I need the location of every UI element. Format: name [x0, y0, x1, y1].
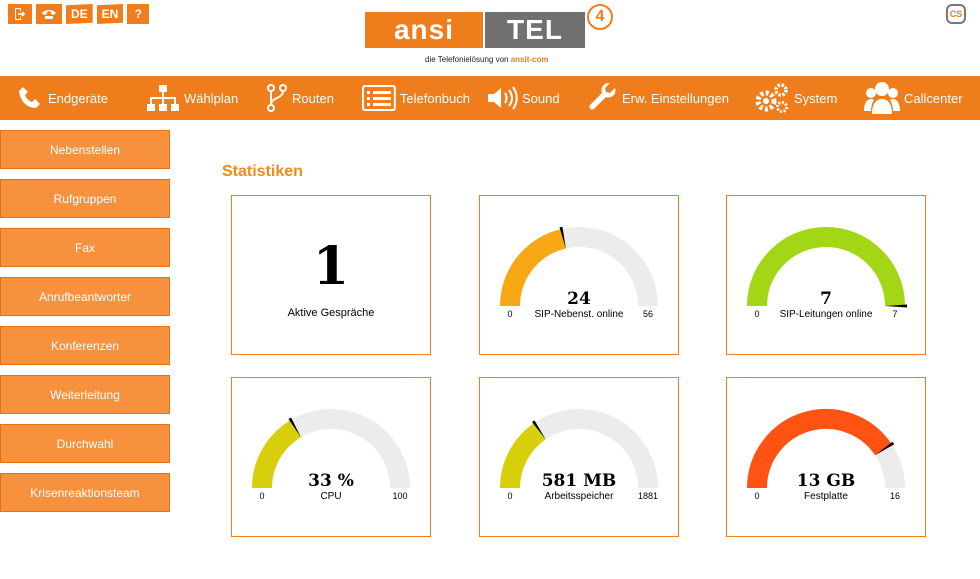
nav-label: Sound: [522, 90, 560, 106]
gauge-max-label: 100: [392, 491, 407, 501]
gauge-value-label: 33 %: [308, 471, 354, 491]
gauge-min-label: 0: [259, 491, 264, 501]
gauge-value-arc: [252, 420, 302, 489]
sidebar-item-nebenstellen[interactable]: Nebenstellen: [0, 130, 170, 169]
sidebar-item-fax[interactable]: Fax: [0, 228, 170, 267]
gauge-value-arc: [500, 228, 567, 307]
nav-label: Endgeräte: [48, 90, 108, 106]
gauge-title: SIP-Leitungen online: [780, 309, 873, 320]
sitemap-icon: [147, 85, 179, 111]
gauge-max-label: 16: [890, 491, 900, 501]
logo-tagline-brand: ansit-com: [510, 55, 549, 64]
nav-waehlplan[interactable]: Wählplan: [130, 76, 250, 120]
nav-routen[interactable]: Routen: [250, 76, 346, 120]
language-de-button[interactable]: DE: [66, 4, 93, 24]
gauge-panel-cpu: 33 % CPU 0 100: [231, 377, 431, 537]
speaker-icon: [488, 86, 518, 110]
gauge-min-label: 0: [507, 491, 512, 501]
logo-left-text: ansi: [365, 12, 483, 48]
gauge-max-label: 1881: [638, 491, 658, 501]
gauge-chart: 24SIP-Nebenst. online 0 56: [500, 226, 658, 320]
gauge-min-label: 0: [507, 309, 512, 319]
active-calls-value: 1: [312, 236, 350, 297]
gauge-max-label: 56: [643, 309, 653, 319]
gauge-title: Arbeitsspeicher: [545, 491, 615, 502]
nav-erweiterte-einstellungen[interactable]: Erw. Einstellungen: [572, 76, 738, 120]
gauge-value-label: 7: [820, 289, 832, 309]
nav-telefonbuch[interactable]: Telefonbuch: [346, 76, 470, 120]
active-calls-label: Aktive Gespräche: [287, 307, 375, 319]
main-nav: Endgeräte Wählplan Routen Telefonbuch So…: [0, 76, 980, 120]
sidebar-item-konferenzen[interactable]: Konferenzen: [0, 326, 170, 365]
logo-wordmark: ansi TEL: [365, 12, 585, 48]
gauge-chart: 33 %CPU 0 100: [252, 409, 410, 502]
gauge-title: SIP-Nebenst. online: [535, 309, 624, 320]
sidebar-item-anrufbeantworter[interactable]: Anrufbeantworter: [0, 277, 170, 316]
gauge-chart: 581 MBArbeitsspeicher 0 1881: [500, 409, 658, 502]
nav-label: Routen: [292, 90, 334, 106]
language-en-button[interactable]: EN: [96, 4, 124, 24]
gauge-panel-sip-extensions: 24 SIP-Nebenst. online 0 56: [479, 195, 679, 355]
gauge-panel-sip-trunks: 7 SIP-Leitungen online 0 7: [726, 195, 926, 355]
gauge-title: Festplatte: [804, 491, 848, 502]
users-icon: [864, 82, 900, 114]
route-icon: [267, 84, 287, 112]
help-button[interactable]: ?: [127, 4, 150, 24]
gauge-chart: 7SIP-Leitungen online0 7: [747, 227, 907, 320]
nav-system[interactable]: System: [738, 76, 848, 120]
sidebar: Nebenstellen Rufgruppen Fax Anrufbeantwo…: [0, 130, 170, 522]
gauge-panel-disk: 13 GB Festplatte 0 16: [726, 377, 926, 537]
gauge-max-label: 7: [892, 309, 897, 319]
nav-callcenter[interactable]: Callcenter: [848, 76, 978, 120]
top-toolbar: DE EN ?: [8, 4, 150, 24]
ansitel-logo: ansi TEL 4 die Telefonielösung von ansit…: [365, 2, 620, 72]
gauge-value-label: 581 MB: [542, 471, 617, 491]
sidebar-item-krisenreaktionsteam[interactable]: Krisenreaktionsteam: [0, 473, 170, 512]
gauge-chart: 13 GBFestplatte 0 16: [747, 409, 905, 502]
gauge-value-label: 13 GB: [797, 471, 855, 491]
gauge-title: CPU: [320, 491, 341, 502]
logout-icon[interactable]: [8, 4, 32, 24]
gauge-value-arc: [500, 422, 547, 489]
logo-version: 4: [587, 4, 613, 30]
logo-right-text: TEL: [485, 12, 585, 48]
gauge-min-label: 0: [754, 491, 759, 501]
logo-tagline-prefix: die Telefonielösung von: [425, 55, 509, 64]
logo-tagline: die Telefonielösung von ansit-com: [425, 55, 549, 64]
nav-label: Callcenter: [904, 90, 963, 106]
active-calls-panel: 1 Aktive Gespräche: [231, 195, 431, 355]
nav-label: Telefonbuch: [399, 90, 470, 106]
gears-icon: [755, 83, 788, 113]
phone-icon: [19, 87, 40, 108]
phonebook-icon: [362, 85, 396, 111]
phone-icon[interactable]: [36, 4, 62, 24]
nav-label: System: [794, 90, 838, 106]
gauge-panel-memory: 581 MB Arbeitsspeicher 0 1881: [479, 377, 679, 537]
page-title: Statistiken: [222, 163, 303, 180]
nav-label: Erw. Einstellungen: [622, 90, 729, 106]
cs-icon[interactable]: CS: [946, 4, 966, 24]
nav-label: Wählplan: [184, 90, 239, 106]
sidebar-item-rufgruppen[interactable]: Rufgruppen: [0, 179, 170, 218]
gauge-value-label: 24: [567, 289, 591, 309]
sidebar-item-weiterleitung[interactable]: Weiterleitung: [0, 375, 170, 414]
gauge-min-label: 0: [754, 309, 759, 319]
wrench-icon: [589, 83, 616, 110]
nav-sound[interactable]: Sound: [470, 76, 572, 120]
nav-endgeraete[interactable]: Endgeräte: [0, 76, 130, 120]
sidebar-item-durchwahl[interactable]: Durchwahl: [0, 424, 170, 463]
app-window: DE EN ? ansi TEL 4 die Telefonielösung v…: [0, 0, 980, 579]
